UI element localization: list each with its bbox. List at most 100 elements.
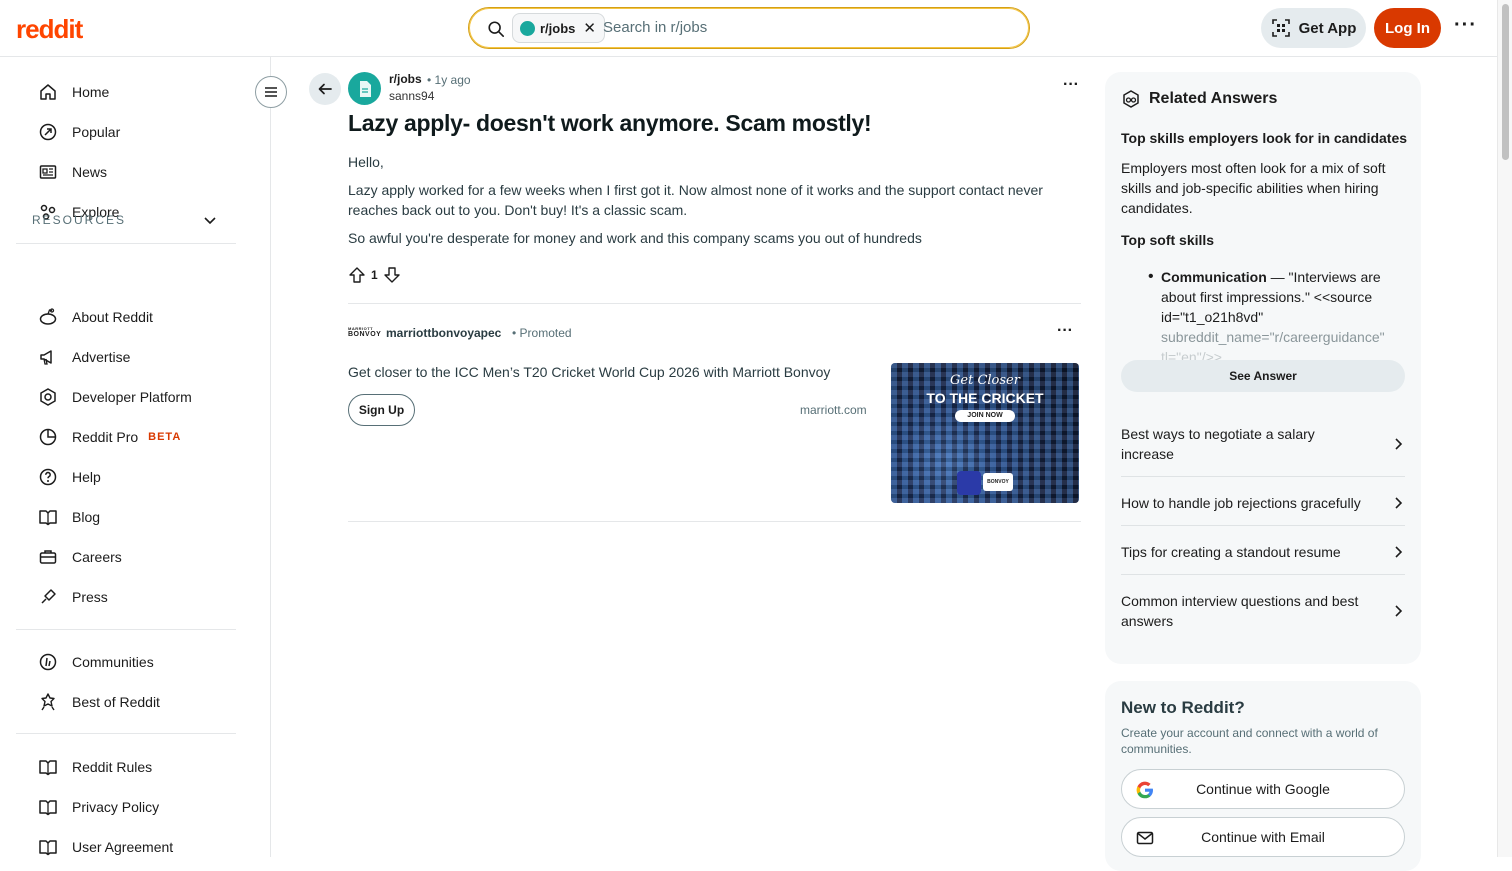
chevron-right-icon — [1395, 546, 1403, 558]
ad-overflow-icon[interactable]: ··· — [1057, 322, 1073, 340]
sidebar-divider — [16, 243, 236, 244]
advertiser-name[interactable]: marriottbonvoyapec — [386, 326, 501, 340]
subreddit-avatar[interactable] — [348, 72, 381, 105]
chevron-up-icon[interactable] — [203, 213, 217, 227]
related-bullet: Communication — "Interviews are about fi… — [1148, 267, 1401, 367]
arrow-left-icon — [318, 83, 332, 95]
rules-book-icon — [39, 760, 57, 776]
ad-image-subtitle: TO THE CRICKET — [926, 390, 1044, 406]
sidebar-item-label: Privacy Policy — [72, 799, 160, 815]
chevron-right-icon — [1395, 438, 1403, 450]
help-icon — [39, 468, 57, 486]
press-icon — [41, 589, 56, 604]
sidebar-divider — [16, 629, 236, 630]
scrollbar-thumb[interactable] — [1502, 4, 1509, 160]
signup-subtitle: Create your account and connect with a w… — [1121, 726, 1378, 756]
sidebar-divider — [16, 733, 236, 734]
communities-icon — [39, 653, 57, 671]
bonvoy-badge: BONVOY — [983, 473, 1013, 491]
pro-chart-icon — [39, 428, 57, 446]
back-button[interactable] — [309, 73, 341, 105]
ad-domain[interactable]: marriott.com — [800, 403, 867, 417]
popular-icon — [39, 123, 57, 141]
upvote-icon[interactable] — [348, 266, 366, 284]
sidebar-item-about-reddit[interactable]: About Reddit — [38, 305, 153, 329]
ad-divider — [348, 521, 1081, 522]
related-question-label: Common interview questions and best answ… — [1121, 593, 1359, 629]
ad-image-join-button: JOIN NOW — [955, 410, 1015, 422]
search-scope-chip[interactable]: r/jobs ✕ — [512, 13, 605, 43]
related-question-item[interactable]: Tips for creating a standout resume — [1121, 542, 1405, 562]
ad-image[interactable]: Get Closer TO THE CRICKET JOIN NOW BONVO… — [891, 363, 1079, 503]
search-input[interactable]: Search in r/jobs — [603, 8, 707, 48]
get-app-label: Get App — [1298, 19, 1357, 37]
search-icon — [488, 21, 505, 38]
sidebar-item-best-of-reddit[interactable]: Best of Reddit — [38, 690, 160, 714]
related-divider — [1121, 525, 1405, 526]
home-icon — [40, 84, 56, 100]
sidebar-item-reddit-rules[interactable]: Reddit Rules — [38, 755, 152, 779]
chevron-right-icon — [1395, 605, 1403, 617]
resources-header[interactable]: RESOURCES — [32, 213, 126, 227]
sidebar-item-help[interactable]: Help — [38, 465, 101, 489]
related-answers-header: Related Answers — [1121, 89, 1277, 109]
post-divider — [348, 303, 1081, 304]
related-question-item[interactable]: Common interview questions and best answ… — [1121, 591, 1405, 631]
related-divider — [1121, 574, 1405, 575]
sidebar-item-news[interactable]: News — [38, 160, 107, 184]
sidebar-item-developer-platform[interactable]: Developer Platform — [38, 385, 192, 409]
ad-signup-button[interactable]: Sign Up — [348, 394, 415, 426]
post-paragraph: Hello, — [348, 154, 384, 170]
ad-headline[interactable]: Get closer to the ICC Men’s T20 Cricket … — [348, 364, 830, 380]
sidebar-item-advertise[interactable]: Advertise — [38, 345, 130, 369]
sidebar-item-home[interactable]: Home — [38, 80, 109, 104]
login-button[interactable]: Log In — [1374, 8, 1441, 48]
google-icon — [1136, 781, 1153, 799]
clear-scope-icon[interactable]: ✕ — [583, 19, 596, 37]
answers-icon — [1123, 90, 1139, 108]
subreddit-avatar-icon — [520, 20, 535, 36]
privacy-book-icon — [39, 800, 57, 816]
continue-google-label: Continue with Google — [1196, 781, 1330, 797]
sidebar-item-label: Blog — [72, 509, 101, 525]
sidebar-item-privacy-policy[interactable]: Privacy Policy — [38, 795, 159, 819]
reddit-logo[interactable]: reddit — [16, 14, 83, 45]
more-options-icon[interactable]: ··· — [1454, 14, 1477, 37]
search-bar[interactable]: r/jobs ✕ Search in r/jobs — [468, 7, 1030, 49]
agreement-book-icon — [39, 840, 57, 856]
sidebar-item-careers[interactable]: Careers — [38, 545, 122, 569]
page-scrollbar[interactable] — [1497, 0, 1512, 857]
sidebar-item-label: User Agreement — [72, 839, 174, 855]
subreddit-link[interactable]: r/careerguidance — [1275, 329, 1380, 345]
sidebar-item-communities[interactable]: Communities — [38, 650, 154, 674]
advertiser-logo[interactable]: MARRIOTT BONVOY — [348, 326, 381, 338]
sidebar-item-label: Communities — [72, 654, 154, 670]
chevron-right-icon — [1395, 497, 1403, 509]
post-overflow-icon[interactable]: ··· — [1063, 76, 1079, 94]
sidebar-item-press[interactable]: Press — [38, 585, 108, 609]
sidebar-item-label: Best of Reddit — [72, 694, 160, 710]
sidebar-item-label: Press — [72, 589, 108, 605]
continue-google-button[interactable]: Continue with Google — [1121, 769, 1405, 809]
get-app-button[interactable]: Get App — [1261, 8, 1366, 48]
sidebar-item-label: Developer Platform — [72, 389, 192, 405]
sidebar-item-reddit-pro[interactable]: Reddit Pro BETA — [38, 425, 181, 449]
sidebar-item-user-agreement[interactable]: User Agreement — [38, 835, 173, 859]
subreddit-link[interactable]: r/jobs — [389, 72, 422, 86]
related-question-label: How to handle job rejections gracefully — [1121, 495, 1361, 511]
sidebar-item-label: Popular — [72, 124, 121, 140]
promoted-label: • Promoted — [512, 326, 572, 340]
vote-score: 1 — [371, 268, 378, 282]
related-divider — [1121, 476, 1405, 477]
developer-icon — [40, 388, 56, 406]
sidebar-item-blog[interactable]: Blog — [38, 505, 100, 529]
related-question-item[interactable]: Best ways to negotiate a salary increase — [1121, 424, 1405, 464]
sidebar-item-popular[interactable]: Popular — [38, 120, 120, 144]
top-bar: reddit r/jobs ✕ Search in r/jobs Get App… — [0, 0, 1497, 57]
continue-email-button[interactable]: Continue with Email — [1121, 817, 1405, 857]
related-question-item[interactable]: How to handle job rejections gracefully — [1121, 493, 1405, 513]
post-author[interactable]: sanns94 — [389, 89, 434, 103]
see-answer-button[interactable]: See Answer — [1121, 360, 1405, 392]
downvote-icon[interactable] — [383, 266, 401, 284]
collapse-sidebar-button[interactable] — [255, 76, 287, 108]
